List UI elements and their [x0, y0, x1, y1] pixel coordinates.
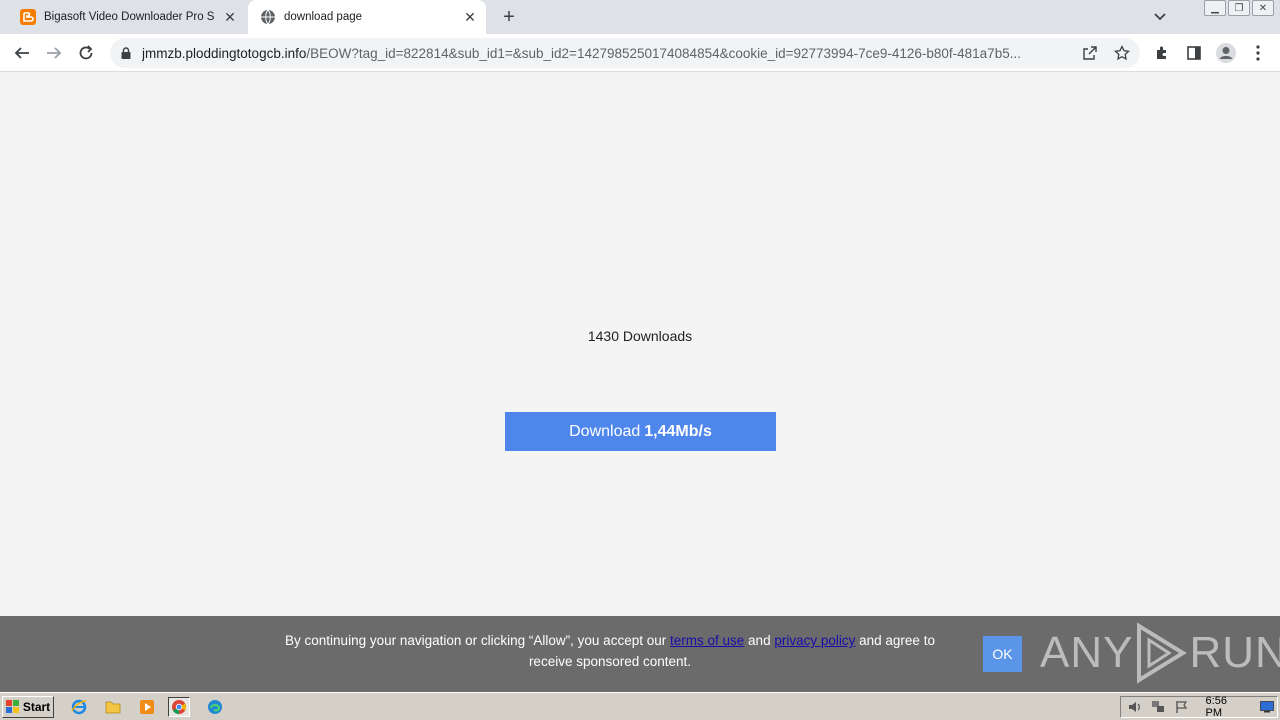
download-label: Download — [569, 422, 641, 440]
system-tray: 6:56 PM — [1120, 695, 1278, 719]
share-icon[interactable] — [1080, 43, 1100, 63]
taskbar-clock: 6:56 PM — [1205, 695, 1227, 719]
restore-icon[interactable]: ❐ — [1228, 0, 1250, 16]
minimize-icon[interactable]: ▁ — [1204, 0, 1226, 16]
bookmark-star-icon[interactable] — [1112, 43, 1132, 63]
close-icon[interactable]: ✕ — [220, 7, 240, 27]
profile-avatar-icon[interactable] — [1212, 39, 1240, 67]
window-controls: ▁ ❐ ✕ — [1204, 0, 1274, 18]
file-explorer-icon[interactable] — [102, 697, 124, 717]
show-desktop-icon[interactable] — [1258, 698, 1278, 716]
windows-logo-icon — [5, 700, 19, 713]
internet-explorer-icon[interactable] — [68, 697, 90, 717]
terms-of-use-link[interactable]: terms of use — [670, 633, 744, 648]
start-label: Start — [22, 700, 51, 714]
close-window-icon[interactable]: ✕ — [1252, 0, 1274, 16]
kebab-menu-icon[interactable] — [1244, 39, 1272, 67]
cookie-banner: By continuing your navigation or clickin… — [0, 616, 1280, 692]
cookie-message: By continuing your navigation or clickin… — [270, 630, 950, 672]
url-text: jmmzb.ploddingtotogcb.info/BEOW?tag_id=8… — [142, 46, 1072, 61]
cookie-text-and: and — [748, 633, 771, 648]
chevron-down-icon[interactable] — [1150, 7, 1170, 27]
address-bar[interactable]: jmmzb.ploddingtotogcb.info/BEOW?tag_id=8… — [110, 38, 1140, 68]
globe-icon — [260, 9, 276, 25]
ok-button[interactable]: OK — [983, 636, 1022, 672]
url-path: /BEOW?tag_id=822814&sub_id1=&sub_id2=142… — [306, 45, 1021, 61]
privacy-policy-link[interactable]: privacy policy — [774, 633, 855, 648]
edge-icon[interactable] — [204, 697, 226, 717]
download-speed: 1,44Mb/s — [644, 422, 712, 440]
extensions-puzzle-icon[interactable] — [1148, 39, 1176, 67]
close-icon[interactable]: ✕ — [460, 7, 480, 27]
speaker-icon[interactable] — [1125, 698, 1145, 716]
windows-taskbar: Start 6:56 PM — [0, 692, 1280, 720]
media-player-icon[interactable] — [136, 697, 158, 717]
browser-toolbar: jmmzb.ploddingtotogcb.info/BEOW?tag_id=8… — [0, 34, 1280, 72]
tab-strip: Bigasoft Video Downloader Pro Serial ✕ d… — [0, 0, 1280, 34]
chrome-icon[interactable] — [168, 697, 190, 717]
tab-title: download page — [284, 11, 363, 23]
flag-icon[interactable] — [1172, 698, 1192, 716]
url-host: jmmzb.ploddingtotogcb.info — [142, 45, 307, 61]
cookie-text-before: By continuing your navigation or clickin… — [285, 633, 667, 648]
start-button[interactable]: Start — [2, 696, 54, 718]
blogger-icon — [20, 9, 36, 25]
downloads-count: 1430 Downloads — [587, 328, 693, 344]
new-tab-icon[interactable]: + — [498, 6, 520, 28]
tab-title: Bigasoft Video Downloader Pro Serial — [44, 11, 214, 23]
side-panel-icon[interactable] — [1180, 39, 1208, 67]
anyrun-watermark: ANY RUN — [1040, 618, 1280, 688]
page-content: 1430 Downloads Download 1,44Mb/s — [0, 72, 1280, 616]
forward-arrow-icon[interactable] — [40, 39, 68, 67]
tab-bigasoft[interactable]: Bigasoft Video Downloader Pro Serial ✕ — [8, 0, 246, 34]
reload-icon[interactable] — [72, 39, 100, 67]
download-button[interactable]: Download 1,44Mb/s — [505, 412, 776, 451]
play-logo-icon — [1137, 622, 1188, 684]
watermark-left: ANY — [1040, 628, 1134, 677]
network-icon[interactable] — [1149, 698, 1169, 716]
back-arrow-icon[interactable] — [8, 39, 36, 67]
watermark-right: RUN — [1189, 628, 1280, 677]
lock-icon[interactable] — [118, 45, 134, 61]
tab-download-page[interactable]: download page ✕ — [248, 0, 486, 34]
